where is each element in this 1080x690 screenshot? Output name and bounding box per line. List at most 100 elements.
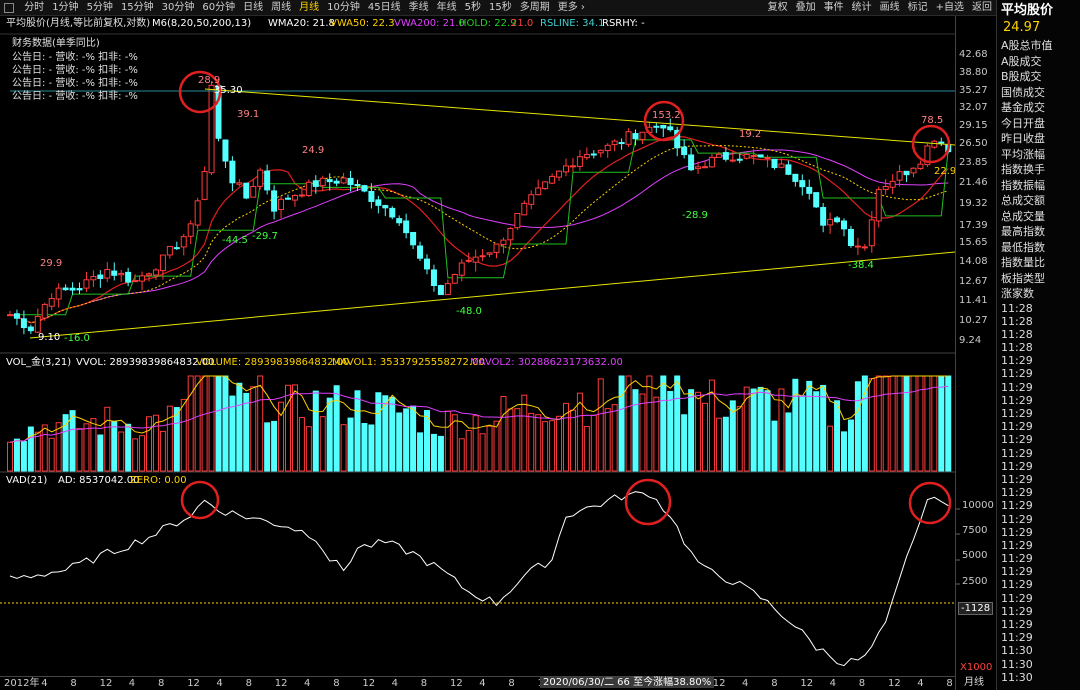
x-tick: 8 bbox=[333, 678, 340, 689]
upper-trendline bbox=[204, 88, 956, 146]
side-time: 11:29 bbox=[1001, 499, 1033, 513]
side-item[interactable]: 昨日收盘 bbox=[997, 131, 1080, 147]
volume-bar bbox=[264, 422, 271, 472]
side-item[interactable]: 国债成交 bbox=[997, 85, 1080, 101]
x-tick: 8 bbox=[245, 678, 252, 689]
volume-bar bbox=[125, 423, 132, 472]
candle-body bbox=[319, 177, 326, 187]
volume-bar bbox=[549, 420, 556, 472]
candle-body bbox=[479, 255, 486, 258]
volume-bar bbox=[451, 414, 458, 472]
candle-body bbox=[639, 131, 646, 140]
volume-bar bbox=[750, 388, 757, 472]
fin-title: 财务数据(单季同比) bbox=[12, 38, 100, 49]
volume-bar bbox=[875, 375, 882, 472]
side-item[interactable]: 基金成交 bbox=[997, 100, 1080, 116]
price-annotation: 22.9 bbox=[934, 166, 956, 177]
volume-bar bbox=[618, 375, 625, 472]
side-item[interactable]: 指数量比 bbox=[997, 255, 1080, 271]
candle-body bbox=[861, 246, 868, 249]
candle-body bbox=[611, 140, 618, 146]
candle-body bbox=[889, 180, 896, 188]
x-axis: 2012年48124812481248124812481248124812481… bbox=[0, 676, 955, 690]
candle-body bbox=[291, 194, 298, 201]
x-tick: 12 bbox=[888, 678, 901, 689]
side-item[interactable]: 最低指数 bbox=[997, 240, 1080, 256]
side-item[interactable]: 总成交量 bbox=[997, 209, 1080, 225]
candle-body bbox=[34, 315, 41, 333]
volume-bar bbox=[868, 378, 875, 472]
side-item[interactable]: 指数换手 bbox=[997, 162, 1080, 178]
volume-bar bbox=[139, 435, 146, 472]
volume-bar bbox=[305, 426, 312, 472]
volume-bar bbox=[298, 417, 305, 472]
price-annotation: -48.0 bbox=[456, 306, 482, 317]
x-tick: 2012年 bbox=[4, 678, 40, 689]
candle-body bbox=[389, 207, 396, 218]
volume-bar bbox=[97, 434, 104, 472]
candle-body bbox=[896, 171, 903, 181]
candle-body bbox=[285, 197, 291, 200]
volume-bar bbox=[187, 375, 194, 472]
volume-bar bbox=[674, 375, 681, 472]
side-time: 11:28 bbox=[1001, 314, 1033, 328]
volume-bar bbox=[903, 375, 910, 472]
side-item[interactable]: A股成交 bbox=[997, 54, 1080, 70]
volume-bar bbox=[827, 425, 834, 472]
candle-body bbox=[827, 218, 834, 226]
candle-body bbox=[653, 125, 660, 128]
side-item[interactable]: 平均涨幅 bbox=[997, 147, 1080, 163]
x-tick: 12 bbox=[187, 678, 200, 689]
candle-body bbox=[556, 170, 563, 178]
candle-body bbox=[208, 84, 215, 174]
candle-body bbox=[841, 220, 847, 230]
price-annotation: -29.7 bbox=[252, 231, 278, 242]
volume-bar bbox=[403, 408, 410, 472]
volume-bar bbox=[556, 415, 563, 472]
fin-row: 公告日: - 营收: -% 扣非: -% bbox=[12, 91, 138, 102]
candle-body bbox=[604, 144, 611, 152]
kline-chart[interactable]: 9.10 35.30 29.9 -16.0 39.1 -44.5 -29.7 24.9 -48.… bbox=[0, 0, 996, 690]
side-item[interactable]: 指数振幅 bbox=[997, 178, 1080, 194]
volume-bar bbox=[236, 382, 243, 472]
volume-bar bbox=[396, 412, 403, 472]
volume-bar bbox=[20, 441, 27, 472]
candle-body bbox=[180, 236, 187, 248]
side-time: 11:29 bbox=[1001, 512, 1033, 526]
side-time: 11:29 bbox=[1001, 433, 1033, 447]
candle-body bbox=[201, 171, 208, 200]
price-tick: 26.50 bbox=[959, 138, 988, 149]
vad-line bbox=[9, 491, 949, 667]
candle-body bbox=[660, 124, 667, 129]
candle-body bbox=[312, 180, 319, 187]
candle-body bbox=[55, 287, 62, 300]
side-item[interactable]: B股成交 bbox=[997, 69, 1080, 85]
side-item[interactable]: 总成交额 bbox=[997, 193, 1080, 209]
volume-bar bbox=[333, 385, 340, 472]
volume-bar bbox=[208, 375, 215, 472]
candle-body bbox=[458, 262, 465, 276]
side-item[interactable]: 板指类型 bbox=[997, 271, 1080, 287]
x-tick: 12 bbox=[274, 678, 288, 689]
volume-bar bbox=[361, 422, 368, 472]
candle-body bbox=[493, 243, 500, 253]
side-item[interactable]: A股总市值 bbox=[997, 38, 1080, 54]
volume-bar bbox=[465, 430, 472, 472]
volume-bar bbox=[257, 375, 264, 472]
volume-bar bbox=[681, 414, 688, 472]
volume-bar bbox=[799, 395, 806, 472]
x-tick: 4 bbox=[479, 678, 486, 689]
candle-body bbox=[681, 146, 688, 156]
candle-body bbox=[875, 189, 882, 222]
volume-bar bbox=[507, 408, 514, 472]
price-annotation: -38.4 bbox=[848, 260, 874, 271]
volume-bar bbox=[285, 384, 291, 472]
mavol2-label: MAVOL2: 30288623173632.00 bbox=[470, 357, 623, 368]
rsline-label: RSLINE: 34.1 bbox=[540, 18, 605, 29]
volume-bar bbox=[597, 378, 604, 472]
side-item[interactable]: 最高指数 bbox=[997, 224, 1080, 240]
crosshair-tooltip: 2020/06/30/二 66 至今涨幅38.80% bbox=[540, 677, 715, 688]
side-item[interactable]: 涨家数 bbox=[997, 286, 1080, 302]
price-annotation: -44.5 bbox=[222, 235, 248, 246]
side-item[interactable]: 今日开盘 bbox=[997, 116, 1080, 132]
